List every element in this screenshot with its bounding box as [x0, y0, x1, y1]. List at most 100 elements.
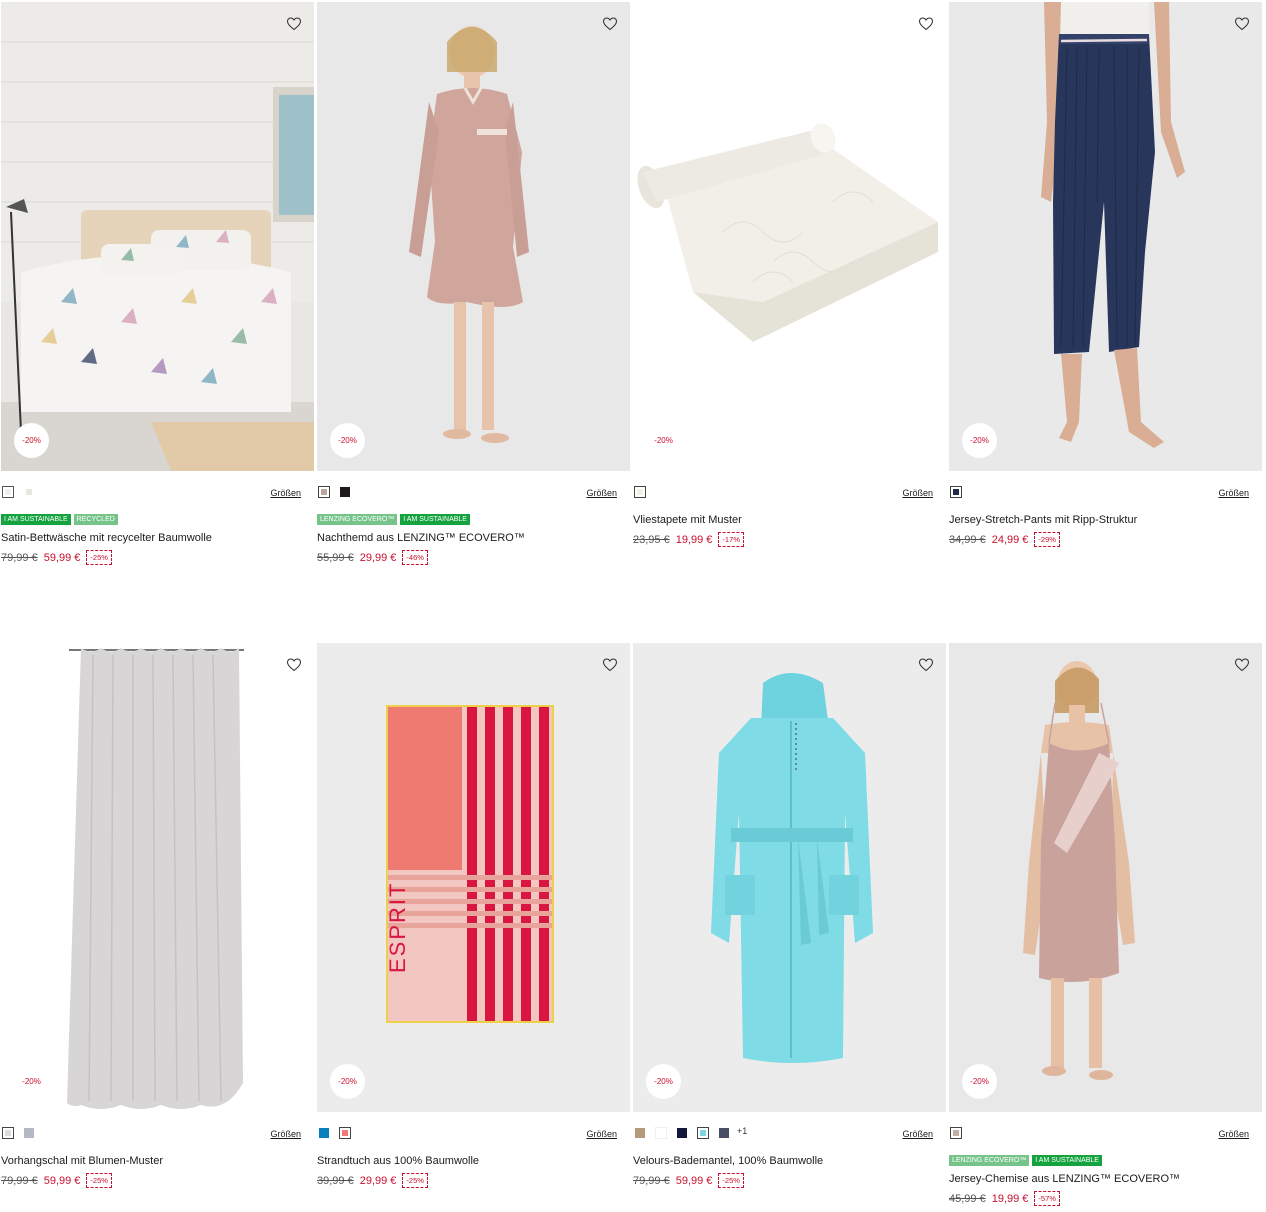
badge-recycled: RECYCLED — [73, 514, 118, 525]
color-swatches: Größen — [317, 1126, 630, 1142]
product-image[interactable] — [1, 643, 314, 1112]
color-swatches: +1 Größen — [633, 1126, 946, 1142]
discount-tag: -20% — [646, 1064, 681, 1099]
color-swatch[interactable] — [339, 1127, 351, 1139]
product-name[interactable]: Satin-Bettwäsche mit recycelter Baumwoll… — [1, 532, 212, 544]
discount-tag: -20% — [330, 423, 365, 458]
sale-price: 19,99 € — [675, 533, 713, 546]
price-row: 34,99 € 24,99 € -29% — [949, 532, 1060, 547]
discount-percent: -25% — [86, 1173, 112, 1188]
discount-percent: -17% — [718, 532, 744, 547]
old-price: 23,95 € — [633, 533, 670, 546]
color-swatches: Größen — [1, 485, 314, 501]
product-image[interactable] — [317, 2, 630, 471]
color-swatch[interactable] — [676, 1127, 688, 1139]
wishlist-heart-icon[interactable] — [602, 16, 618, 32]
discount-tag: -20% — [962, 1064, 997, 1099]
badge-row: LENZING ECOVERO™ I AM SUSTAINABLE — [949, 1155, 1105, 1167]
price-row: 55,99 € 29,99 € -46% — [317, 550, 428, 565]
color-swatches: Größen — [633, 485, 946, 501]
color-swatches: Größen — [317, 485, 630, 501]
price-row: 23,95 € 19,99 € -17% — [633, 532, 744, 547]
product-name[interactable]: Jersey-Stretch-Pants mit Ripp-Struktur — [949, 514, 1137, 526]
wishlist-heart-icon[interactable] — [918, 16, 934, 32]
product-name[interactable]: Nachthemd aus LENZING™ ECOVERO™ — [317, 532, 525, 544]
badge-row: LENZING ECOVERO™ I AM SUSTAINABLE — [317, 514, 473, 526]
badge-lenzing: LENZING ECOVERO™ — [949, 1155, 1030, 1166]
discount-percent: -25% — [86, 550, 112, 565]
product-name[interactable]: Velours-Bademantel, 100% Baumwolle — [633, 1155, 823, 1167]
color-swatches: Größen — [1, 1126, 314, 1142]
discount-percent: -25% — [402, 1173, 428, 1188]
color-swatch[interactable] — [318, 1127, 330, 1139]
discount-tag: -20% — [962, 423, 997, 458]
color-swatch[interactable] — [2, 1127, 14, 1139]
sizes-link[interactable]: Größen — [270, 1129, 301, 1139]
discount-percent: -25% — [718, 1173, 744, 1188]
color-swatch[interactable] — [23, 486, 35, 498]
old-price: 45,99 € — [949, 1192, 986, 1205]
sizes-link[interactable]: Größen — [586, 488, 617, 498]
price-row: 39,99 € 29,99 € -25% — [317, 1173, 428, 1188]
sizes-link[interactable]: Größen — [902, 488, 933, 498]
sizes-link[interactable]: Größen — [1218, 1129, 1249, 1139]
color-swatch[interactable] — [950, 1127, 962, 1139]
badge-lenzing: LENZING ECOVERO™ — [317, 514, 398, 525]
sizes-link[interactable]: Größen — [902, 1129, 933, 1139]
color-swatch[interactable] — [718, 1127, 730, 1139]
color-swatches: Größen — [949, 1126, 1262, 1142]
discount-tag: -20% — [330, 1064, 365, 1099]
color-swatch[interactable] — [634, 1127, 646, 1139]
color-swatch[interactable] — [655, 1127, 667, 1139]
discount-percent: -57% — [1034, 1191, 1060, 1206]
sale-price: 59,99 € — [675, 1174, 713, 1187]
sizes-link[interactable]: Größen — [586, 1129, 617, 1139]
product-image[interactable]: ESPRIT — [317, 643, 630, 1112]
wishlist-heart-icon[interactable] — [1234, 16, 1250, 32]
sale-price: 59,99 € — [43, 1174, 81, 1187]
discount-tag: -20% — [22, 1077, 41, 1086]
product-image[interactable] — [633, 2, 946, 471]
badge-sustainable: I AM SUSTAINABLE — [1032, 1155, 1102, 1166]
old-price: 79,99 € — [1, 1174, 38, 1187]
color-swatch[interactable] — [23, 1127, 35, 1139]
sale-price: 24,99 € — [991, 533, 1029, 546]
product-name[interactable]: Jersey-Chemise aus LENZING™ ECOVERO™ — [949, 1173, 1180, 1185]
old-price: 34,99 € — [949, 533, 986, 546]
color-swatch[interactable] — [318, 486, 330, 498]
badge-row: I AM SUSTAINABLE RECYCLED — [1, 514, 121, 526]
svg-text:ESPRIT: ESPRIT — [385, 882, 410, 973]
sale-price: 29,99 € — [359, 1174, 397, 1187]
wishlist-heart-icon[interactable] — [286, 16, 302, 32]
wishlist-heart-icon[interactable] — [918, 657, 934, 673]
product-image[interactable] — [1, 2, 314, 471]
sizes-link[interactable]: Größen — [270, 488, 301, 498]
color-swatch[interactable] — [634, 486, 646, 498]
old-price: 79,99 € — [633, 1174, 670, 1187]
wishlist-heart-icon[interactable] — [286, 657, 302, 673]
color-swatches: Größen — [949, 485, 1262, 501]
old-price: 39,99 € — [317, 1174, 354, 1187]
discount-tag: -20% — [14, 423, 49, 458]
badge-sustainable: I AM SUSTAINABLE — [1, 514, 71, 525]
discount-tag: -20% — [654, 436, 673, 445]
badge-sustainable: I AM SUSTAINABLE — [400, 514, 470, 525]
product-image[interactable] — [949, 643, 1262, 1112]
color-swatch[interactable] — [697, 1127, 709, 1139]
color-swatch[interactable] — [339, 486, 351, 498]
discount-percent: -46% — [402, 550, 428, 565]
wishlist-heart-icon[interactable] — [1234, 657, 1250, 673]
sizes-link[interactable]: Größen — [1218, 488, 1249, 498]
product-image[interactable] — [949, 2, 1262, 471]
product-name[interactable]: Strandtuch aus 100% Baumwolle — [317, 1155, 479, 1167]
wishlist-heart-icon[interactable] — [602, 657, 618, 673]
price-row: 79,99 € 59,99 € -25% — [1, 550, 112, 565]
color-swatch[interactable] — [2, 486, 14, 498]
product-name[interactable]: Vliestapete mit Muster — [633, 514, 742, 526]
product-image[interactable] — [633, 643, 946, 1112]
old-price: 79,99 € — [1, 551, 38, 564]
old-price: 55,99 € — [317, 551, 354, 564]
more-colors[interactable]: +1 — [737, 1126, 747, 1136]
product-name[interactable]: Vorhangschal mit Blumen-Muster — [1, 1155, 163, 1167]
color-swatch[interactable] — [950, 486, 962, 498]
